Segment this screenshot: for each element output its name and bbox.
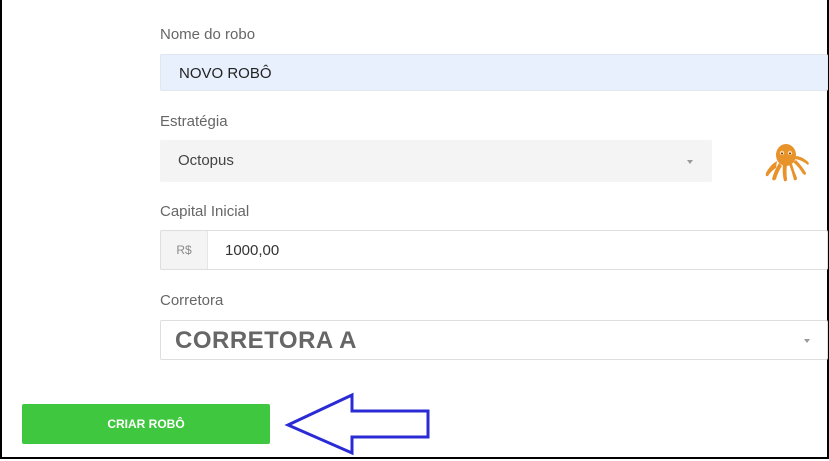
robot-name-label: Nome do robo [160, 26, 256, 43]
strategy-label: Estratégia [160, 113, 228, 130]
octopus-icon [765, 144, 809, 182]
capital-input[interactable]: R$ 1000,00 [160, 230, 828, 270]
strategy-select[interactable]: Octopus [160, 140, 712, 182]
robot-name-input[interactable]: NOVO ROBÔ [160, 54, 828, 91]
chevron-down-icon [804, 339, 810, 343]
broker-label: Corretora [160, 292, 224, 309]
create-robot-button[interactable]: CRIAR ROBÔ [22, 404, 270, 444]
currency-addon: R$ [161, 231, 208, 269]
broker-selected-value: CORRETORA A [175, 327, 357, 354]
robot-name-value: NOVO ROBÔ [179, 65, 272, 82]
broker-select[interactable]: CORRETORA A [160, 320, 828, 360]
chevron-down-icon [687, 160, 693, 164]
capital-value: 1000,00 [225, 242, 280, 259]
strategy-selected-value: Octopus [178, 152, 234, 169]
annotation-arrow-icon [284, 392, 430, 456]
capital-label: Capital Inicial [160, 203, 250, 220]
